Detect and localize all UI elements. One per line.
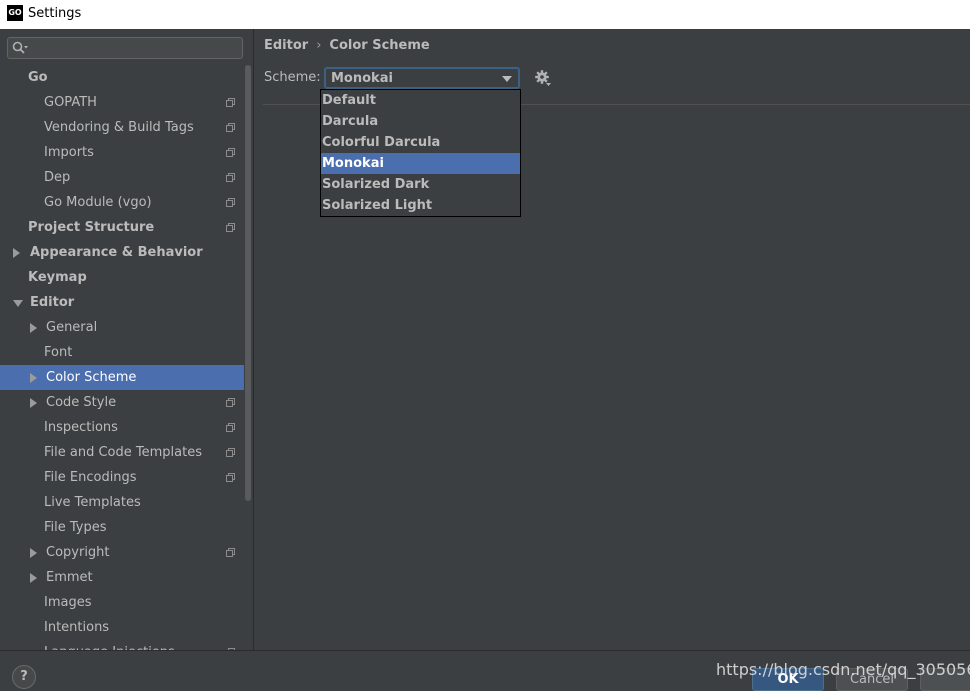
scheme-option-label: Solarized Light — [322, 198, 433, 213]
scheme-option[interactable]: Colorful Darcula — [321, 132, 520, 153]
sidebar-item-label: Imports — [44, 145, 94, 160]
sidebar-item-label: Intentions — [44, 620, 110, 635]
sidebar-item[interactable]: Live Templates — [0, 490, 244, 515]
sidebar-item-label: Copyright — [46, 545, 110, 560]
scheme-dropdown-list: Default Darcula Colorful Darcula Monokai Sol… — [320, 89, 521, 217]
sidebar-item-label: Emmet — [46, 570, 93, 585]
copy-icon — [226, 473, 235, 482]
search-field[interactable] — [7, 37, 243, 59]
sidebar-item[interactable]: File Encodings — [0, 465, 244, 490]
dropdown-caret-icon — [502, 76, 512, 82]
goland-app-icon: GO — [7, 5, 23, 21]
sidebar-item[interactable]: Project Structure — [0, 215, 244, 240]
copy-icon — [226, 198, 235, 207]
sidebar-item-label: File Encodings — [44, 470, 137, 485]
copy-icon — [226, 398, 235, 407]
sidebar-item-label: Editor — [30, 295, 75, 310]
sidebar-item[interactable]: Imports — [0, 140, 244, 165]
sidebar-item[interactable]: File and Code Templates — [0, 440, 244, 465]
settings-sidebar: Go GOPATH Vendoring & Build Tags Imports Dep… — [0, 29, 252, 650]
expand-arrow-icon[interactable] — [30, 548, 37, 558]
breadcrumb-separator: › — [316, 38, 322, 53]
sidebar-item-label: File Types — [44, 520, 107, 535]
sidebar-item-label: Vendoring & Build Tags — [44, 120, 194, 135]
copy-icon — [226, 423, 235, 432]
sidebar-item[interactable]: Keymap — [0, 265, 244, 290]
sidebar-item[interactable]: Code Style — [0, 390, 244, 415]
scheme-label: Scheme: — [264, 70, 321, 85]
sidebar-item[interactable]: Go — [0, 65, 244, 90]
sidebar-item[interactable]: Language Injections — [0, 640, 244, 650]
window-title: Settings — [28, 6, 82, 21]
scheme-option-label: Colorful Darcula — [322, 135, 441, 150]
sidebar-item-label: Go Module (vgo) — [44, 195, 152, 210]
scheme-option-label: Solarized Dark — [322, 177, 430, 192]
sidebar-item[interactable]: Color Scheme — [0, 365, 252, 390]
dialog-footer: ? OK Cancel https://blog.csdn.net/qq_305… — [0, 650, 970, 691]
sidebar-item[interactable]: Appearance & Behavior — [0, 240, 244, 265]
sidebar-item-label: Images — [44, 595, 92, 610]
sidebar-scrollbar-thumb[interactable] — [245, 65, 251, 501]
scheme-select-value: Monokai — [331, 71, 393, 86]
expand-arrow-icon[interactable] — [13, 248, 20, 258]
sidebar-item-label: Appearance & Behavior — [30, 245, 203, 260]
copy-icon — [226, 148, 235, 157]
scheme-option-label: Monokai — [322, 156, 384, 171]
sidebar-item-label: File and Code Templates — [44, 445, 202, 460]
sidebar-item[interactable]: Go Module (vgo) — [0, 190, 244, 215]
scheme-option[interactable]: Default — [321, 90, 520, 111]
copy-icon — [226, 173, 235, 182]
help-icon[interactable]: ? — [12, 665, 36, 689]
scheme-option[interactable]: Monokai — [321, 153, 520, 174]
copy-icon — [226, 223, 235, 232]
expand-arrow-icon[interactable] — [30, 573, 37, 583]
title-bar: GO Settings — [0, 0, 970, 29]
watermark-url: https://blog.csdn.net/qq_30505673 — [716, 660, 970, 679]
sidebar-item-label: Project Structure — [28, 220, 155, 235]
expand-arrow-icon[interactable] — [30, 373, 37, 383]
sidebar-item-label: Language Injections — [44, 640, 175, 650]
sidebar-item-label: Inspections — [44, 420, 118, 435]
sidebar-item[interactable]: General — [0, 315, 244, 340]
expand-arrow-icon[interactable] — [30, 323, 37, 333]
copy-icon — [226, 123, 235, 132]
sidebar-item[interactable]: Editor — [0, 290, 244, 315]
scheme-option[interactable]: Darcula — [321, 111, 520, 132]
sidebar-item[interactable]: Dep — [0, 165, 244, 190]
sidebar-item-label: Color Scheme — [46, 370, 137, 385]
sidebar-item-label: GOPATH — [44, 95, 97, 110]
breadcrumb: Editor › Color Scheme — [264, 38, 430, 53]
scheme-option-label: Default — [322, 93, 376, 108]
scheme-select[interactable]: Monokai — [324, 67, 520, 89]
sidebar-item[interactable]: Copyright — [0, 540, 244, 565]
sidebar-item-label: Go — [28, 70, 48, 85]
sidebar-item-label: Keymap — [28, 270, 87, 285]
sidebar-item[interactable]: File Types — [0, 515, 244, 540]
copy-icon — [226, 98, 235, 107]
copy-icon — [226, 548, 235, 557]
scheme-option[interactable]: Solarized Dark — [321, 174, 520, 195]
sidebar-item-label: Code Style — [46, 395, 117, 410]
scheme-option-label: Darcula — [322, 114, 379, 129]
sidebar-item[interactable]: Images — [0, 590, 244, 615]
sidebar-item[interactable]: Vendoring & Build Tags — [0, 115, 244, 140]
sidebar-item-label: Live Templates — [44, 495, 141, 510]
copy-icon — [226, 448, 235, 457]
sidebar-item[interactable]: GOPATH — [0, 90, 244, 115]
search-icon[interactable] — [12, 41, 28, 55]
breadcrumb-current: Color Scheme — [329, 38, 430, 53]
expand-arrow-icon[interactable] — [30, 398, 37, 408]
sidebar-item[interactable]: Font — [0, 340, 244, 365]
sidebar-item-label: Font — [44, 345, 73, 360]
scheme-option[interactable]: Solarized Light — [321, 195, 520, 216]
sidebar-item-label: Dep — [44, 170, 71, 185]
sidebar-item[interactable]: Intentions — [0, 615, 244, 640]
collapse-arrow-icon[interactable] — [13, 300, 23, 307]
sidebar-item[interactable]: Emmet — [0, 565, 244, 590]
sidebar-item[interactable]: Inspections — [0, 415, 244, 440]
gear-icon[interactable] — [534, 69, 552, 87]
breadcrumb-parent[interactable]: Editor — [264, 38, 308, 53]
sidebar-item-label: General — [46, 320, 98, 335]
